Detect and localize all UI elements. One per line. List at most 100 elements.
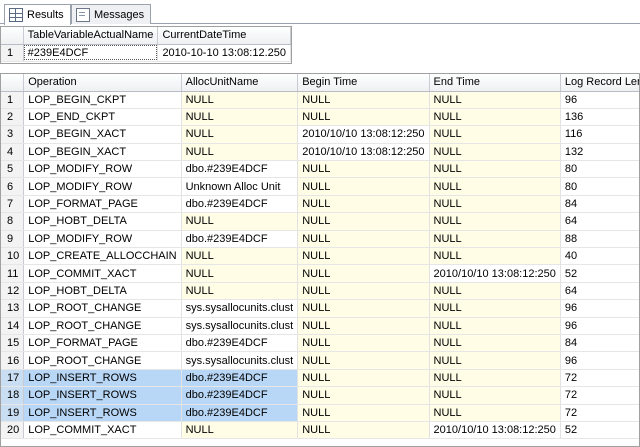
table-cell[interactable]: LOP_ROOT_CHANGE [23,317,182,335]
table-row[interactable]: 14 LOP_ROOT_CHANGE sys.sysallocunits.clust… [1,317,639,335]
table-cell[interactable]: LOP_BEGIN_XACT [23,125,182,144]
table-cell[interactable]: dbo.#239E4DCF [181,334,299,353]
table-row[interactable]: 20 LOP_COMMIT_XACT NULL NULL 2010/10/10 13:0… [1,421,639,440]
column-header[interactable]: AllocUnitName [181,74,299,92]
table-cell[interactable]: NULL [297,247,430,266]
table-cell[interactable]: LOP_FORMAT_PAGE [23,334,182,353]
table-cell[interactable]: 64 [560,212,639,231]
table-cell[interactable]: #239E4DCF [23,44,159,62]
table-cell[interactable]: 84 [560,195,639,214]
table-cell[interactable]: 2010/10/10 13:08:12:250 [297,143,430,162]
table-cell[interactable]: dbo.#239E4DCF [181,404,299,422]
row-number-cell[interactable]: 1 [1,44,24,62]
table-cell[interactable]: NULL [297,91,430,109]
row-number-cell[interactable]: 11 [1,264,25,283]
table-cell[interactable]: LOP_INSERT_ROWS [23,404,182,422]
table-cell[interactable]: 72 [560,386,639,405]
table-cell[interactable]: NULL [429,299,561,318]
table-cell[interactable]: NULL [429,334,561,353]
table-cell[interactable]: dbo.#239E4DCF [181,195,299,214]
table-cell[interactable]: NULL [429,386,561,405]
table-cell[interactable]: 52 [560,421,639,440]
row-number-cell[interactable]: 19 [1,404,25,422]
table-row[interactable]: 15 LOP_FORMAT_PAGE dbo.#239E4DCF NULL NULL 84 [1,334,639,353]
table-cell[interactable]: Unknown Alloc Unit [181,177,299,196]
table-cell[interactable]: NULL [297,177,430,196]
column-header[interactable]: Begin Time [297,74,430,92]
table-cell[interactable]: NULL [181,264,299,283]
row-number-cell[interactable]: 6 [1,177,25,196]
table-cell[interactable]: 64 [560,282,639,301]
table-cell[interactable]: 2010/10/10 13:08:12:250 [297,125,430,144]
table-cell[interactable]: 116 [560,125,639,144]
row-number-cell[interactable]: 10 [1,247,25,266]
table-cell[interactable]: NULL [181,125,299,144]
table-cell[interactable]: NULL [181,108,299,127]
table-cell[interactable]: NULL [429,369,561,388]
tab-results[interactable]: Results [4,4,71,25]
table-cell[interactable]: 136 [560,108,639,127]
table-row[interactable]: 6 LOP_MODIFY_ROW Unknown Alloc Unit NULL NUL… [1,177,639,196]
table-row[interactable]: 12 LOP_HOBT_DELTA NULL NULL NULL 64 [1,282,639,301]
row-number-header[interactable] [1,74,25,92]
table-cell[interactable]: NULL [429,177,561,196]
table-cell[interactable]: NULL [297,230,430,249]
table-cell[interactable]: NULL [429,230,561,249]
row-number-cell[interactable]: 1 [1,91,25,109]
table-cell[interactable]: 132 [560,143,639,162]
table-cell[interactable]: 52 [560,264,639,283]
table-cell[interactable]: NULL [181,91,299,109]
row-number-cell[interactable]: 15 [1,334,25,353]
row-number-cell[interactable]: 5 [1,160,25,179]
table-cell[interactable]: NULL [297,351,430,370]
table-row[interactable]: 1 #239E4DCF 2010-10-10 13:08:12.250 [1,44,291,62]
table-cell[interactable]: 72 [560,404,639,422]
table-cell[interactable]: LOP_INSERT_ROWS [23,386,182,405]
table-cell[interactable]: NULL [429,282,561,301]
table-cell[interactable]: NULL [429,143,561,162]
table-cell[interactable]: sys.sysallocunits.clust [181,351,299,370]
table-cell[interactable]: LOP_COMMIT_XACT [23,264,182,283]
table-cell[interactable]: 2010-10-10 13:08:12.250 [157,44,291,62]
table-cell[interactable]: NULL [181,282,299,301]
table-cell[interactable]: dbo.#239E4DCF [181,369,299,388]
row-number-cell[interactable]: 17 [1,369,25,388]
table-row[interactable]: 10 LOP_CREATE_ALLOCCHAIN NULL NULL NULL 40 [1,247,639,266]
table-cell[interactable]: NULL [297,264,430,283]
table-cell[interactable]: LOP_END_CKPT [23,108,182,127]
table-cell[interactable]: sys.sysallocunits.clust [181,299,299,318]
table-cell[interactable]: 84 [560,334,639,353]
table-cell[interactable]: LOP_BEGIN_XACT [23,143,182,162]
log-records-grid[interactable]: Operation AllocUnitName Begin Time End Time… [0,73,640,447]
table-row[interactable]: 5 LOP_MODIFY_ROW dbo.#239E4DCF NULL NULL 80 [1,160,639,179]
table-row[interactable]: 9 LOP_MODIFY_ROW dbo.#239E4DCF NULL NULL 88 [1,230,639,249]
table-cell[interactable]: NULL [429,195,561,214]
table-cell[interactable]: NULL [297,369,430,388]
table-row[interactable]: 18 LOP_INSERT_ROWS dbo.#239E4DCF NULL NULL 72 [1,386,639,405]
table-row[interactable]: 8 LOP_HOBT_DELTA NULL NULL NULL 64 [1,212,639,231]
table-row[interactable]: 17 LOP_INSERT_ROWS dbo.#239E4DCF NULL NULL 72 [1,369,639,388]
table-cell[interactable]: NULL [297,160,430,179]
row-number-cell[interactable]: 14 [1,317,25,335]
table-cell[interactable]: NULL [429,160,561,179]
tab-messages[interactable]: Messages [71,4,152,24]
table-cell[interactable]: LOP_HOBT_DELTA [23,212,182,231]
table-cell[interactable]: NULL [429,125,561,144]
table-cell[interactable]: LOP_CREATE_ALLOCCHAIN [23,247,182,266]
table-cell[interactable]: dbo.#239E4DCF [181,386,299,405]
table-row[interactable]: 13 LOP_ROOT_CHANGE sys.sysallocunits.clust… [1,299,639,318]
row-number-cell[interactable]: 7 [1,195,25,214]
table-row[interactable]: 16 LOP_ROOT_CHANGE sys.sysallocunits.clust… [1,351,639,370]
table-cell[interactable]: NULL [429,247,561,266]
table-cell[interactable]: 80 [560,160,639,179]
table-cell[interactable]: dbo.#239E4DCF [181,160,299,179]
table-row[interactable]: 19 LOP_INSERT_ROWS dbo.#239E4DCF NULL NULL 72 [1,404,639,422]
row-number-cell[interactable]: 4 [1,143,25,162]
variable-result-grid[interactable]: TableVariableActualName CurrentDateTime 1… [0,26,292,64]
table-cell[interactable]: 96 [560,299,639,318]
row-number-header[interactable] [1,27,24,45]
table-cell[interactable]: 88 [560,230,639,249]
table-cell[interactable]: NULL [429,91,561,109]
table-cell[interactable]: LOP_BEGIN_CKPT [23,91,182,109]
table-cell[interactable]: 96 [560,317,639,335]
